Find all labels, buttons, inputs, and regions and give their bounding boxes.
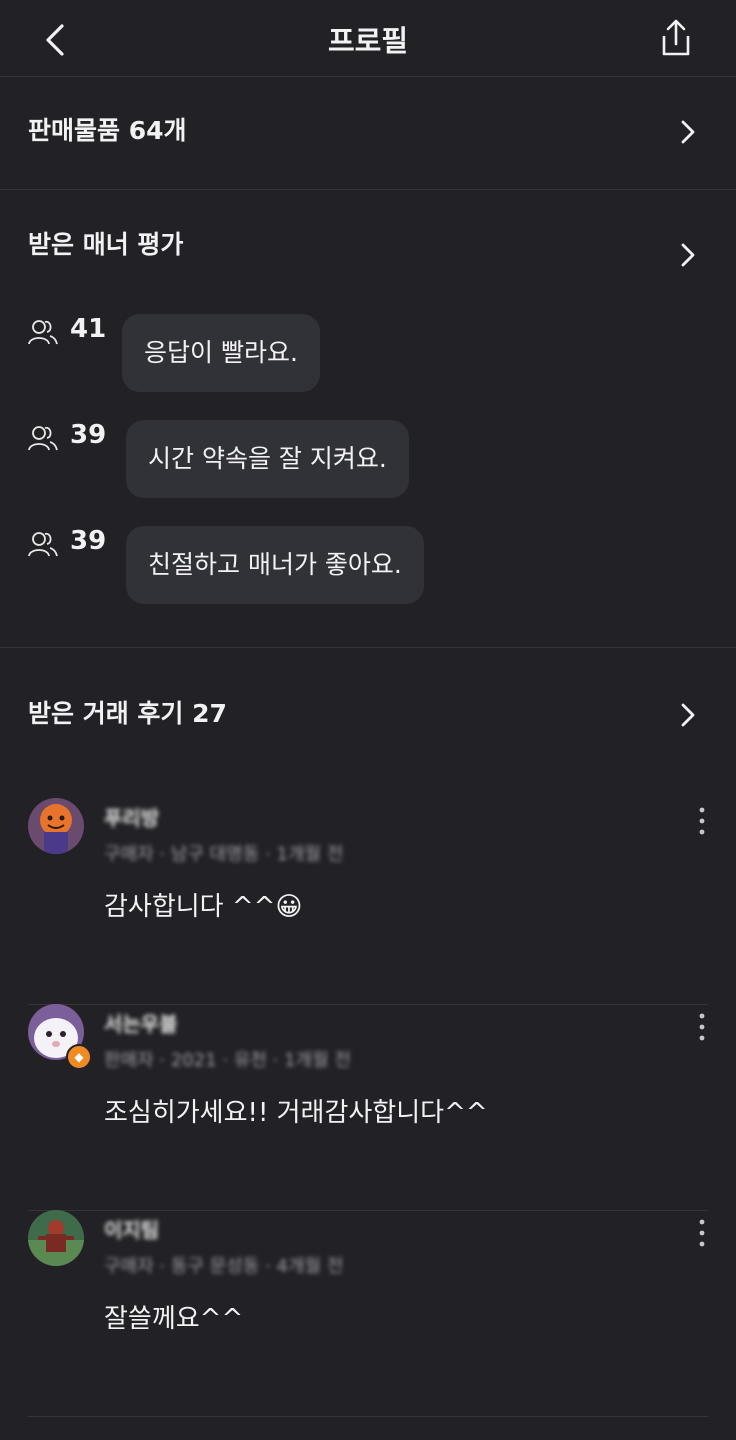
manner-item: 39 친절하고 매너가 좋아요. [28, 526, 708, 606]
manner-title[interactable]: 받은 매너 평가 [28, 225, 183, 261]
manner-section: 받은 매너 평가 41 응답이 빨라요. 39 시간 약속을 잘 지켜요. 39… [0, 190, 736, 648]
share-button[interactable] [656, 18, 696, 58]
manner-bubble: 응답이 빨라요. [122, 314, 320, 392]
chevron-right-icon[interactable] [680, 242, 696, 268]
manner-bubble: 친절하고 매너가 좋아요. [126, 526, 424, 604]
reviewer-name[interactable]: 서는우블 [104, 1008, 178, 1037]
manner-bubble: 시간 약속을 잘 지켜요. [126, 420, 409, 498]
review-text: 조심히가세요!! 거래감사합니다^^ [104, 1098, 488, 1128]
manner-count: 41 [70, 314, 107, 344]
kebab-icon[interactable] [696, 806, 708, 836]
manner-count: 39 [70, 420, 107, 450]
people-icon [28, 320, 58, 345]
manner-item: 39 시간 약속을 잘 지켜요. [28, 420, 708, 500]
sale-items-label: 판매물품 64개 [28, 116, 187, 145]
manner-item: 41 응답이 빨라요. [28, 314, 708, 394]
chevron-right-icon [681, 703, 695, 727]
review-meta: 구매자 · 동구 문성동 · 4개월 전 [104, 1256, 344, 1277]
review-text: 잘쓸께요^^ [104, 1304, 244, 1334]
people-icon [28, 426, 58, 451]
review-text: 감사합니다 ^^😀 [104, 892, 303, 922]
review-meta: 구매자 · 남구 대명동 · 1개월 전 [104, 844, 344, 865]
pumpkin-avatar-image [28, 798, 84, 854]
reviews-header[interactable]: 받은 거래 후기 27 [0, 648, 736, 748]
review-item: ◆ 서는우블 판매자 · 2021 · 유천 · 1개월 전 조심히가세요!! … [28, 1004, 708, 1211]
review-meta: 판매자 · 2021 · 유천 · 1개월 전 [104, 1050, 351, 1071]
sale-items-row[interactable]: 판매물품 64개 [0, 77, 736, 190]
figure-avatar-image [28, 1210, 84, 1266]
kebab-icon[interactable] [696, 1218, 708, 1248]
share-icon [662, 19, 690, 56]
reviewer-name[interactable]: 푸리방 [104, 802, 159, 831]
kebab-icon[interactable] [696, 1012, 708, 1042]
badge-icon: ◆ [66, 1044, 92, 1070]
page-title: 프로필 [327, 24, 409, 58]
reviews-title: 받은 거래 후기 27 [28, 699, 227, 728]
avatar[interactable] [28, 798, 84, 854]
review-item: 이지팀 구매자 · 동구 문성동 · 4개월 전 잘쓸께요^^ [28, 1210, 708, 1417]
reviewer-name[interactable]: 이지팀 [104, 1214, 159, 1243]
manner-count: 39 [70, 526, 107, 556]
review-item: 푸리방 구매자 · 남구 대명동 · 1개월 전 감사합니다 ^^😀 [28, 798, 708, 1005]
top-bar: 프로필 [0, 0, 736, 77]
avatar[interactable] [28, 1210, 84, 1266]
chevron-right-icon [681, 120, 695, 144]
people-icon [28, 532, 58, 557]
